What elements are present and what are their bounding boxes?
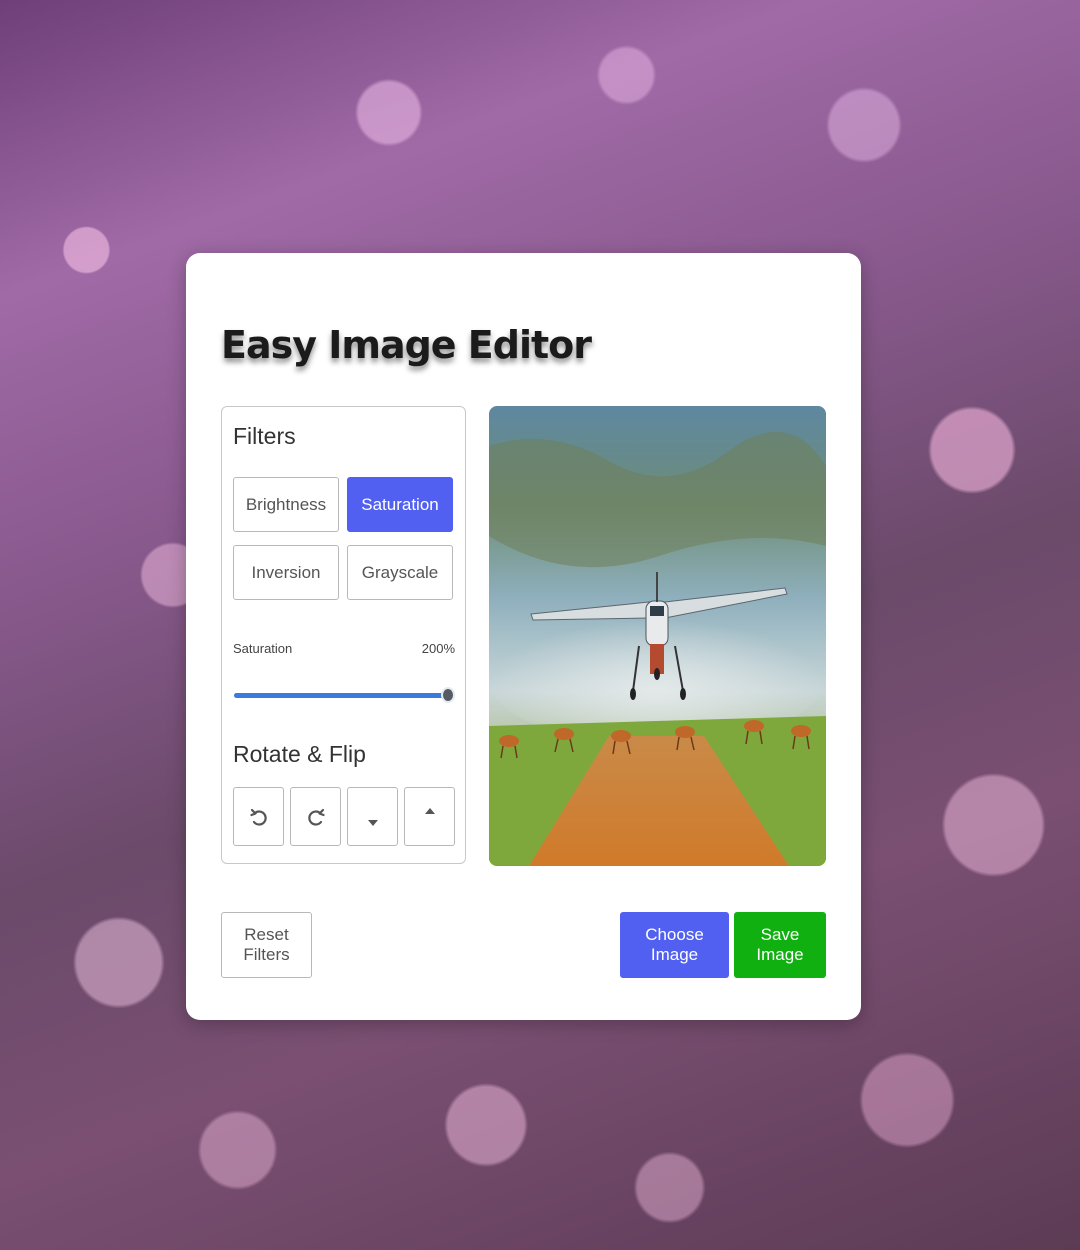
page-title: Easy Image Editor: [221, 323, 592, 367]
flip-vertical-button[interactable]: [347, 787, 398, 846]
inversion-button[interactable]: Inversion: [233, 545, 339, 600]
saturation-button[interactable]: Saturation: [347, 477, 453, 532]
controls-panel: Filters Brightness Saturation Inversion …: [221, 406, 466, 864]
grayscale-button[interactable]: Grayscale: [347, 545, 453, 600]
slider-thumb[interactable]: [441, 687, 455, 703]
rotate-right-icon: [307, 808, 325, 826]
saturation-slider[interactable]: [234, 687, 455, 703]
slider-name-label: Saturation: [233, 641, 293, 656]
editor-card: Easy Image Editor Filters Brightness Sat…: [186, 253, 861, 1020]
slider-value-label: 200%: [421, 641, 455, 656]
flip-horizontal-button[interactable]: [404, 787, 455, 846]
flip-vertical-icon: [367, 819, 378, 826]
filters-heading: Filters: [233, 423, 296, 449]
rotate-right-button[interactable]: [290, 787, 341, 846]
flip-horizontal-icon: [424, 807, 435, 814]
brightness-button[interactable]: Brightness: [233, 477, 339, 532]
reset-filters-button[interactable]: Reset Filters: [221, 912, 312, 978]
save-image-button[interactable]: Save Image: [734, 912, 826, 978]
image-preview: [489, 406, 826, 866]
rotate-flip-heading: Rotate & Flip: [233, 741, 366, 767]
rotate-left-button[interactable]: [233, 787, 284, 846]
rotate-left-icon: [249, 808, 267, 826]
choose-image-button[interactable]: Choose Image: [620, 912, 729, 978]
slider-fill: [234, 693, 448, 698]
preview-image: [489, 406, 826, 866]
